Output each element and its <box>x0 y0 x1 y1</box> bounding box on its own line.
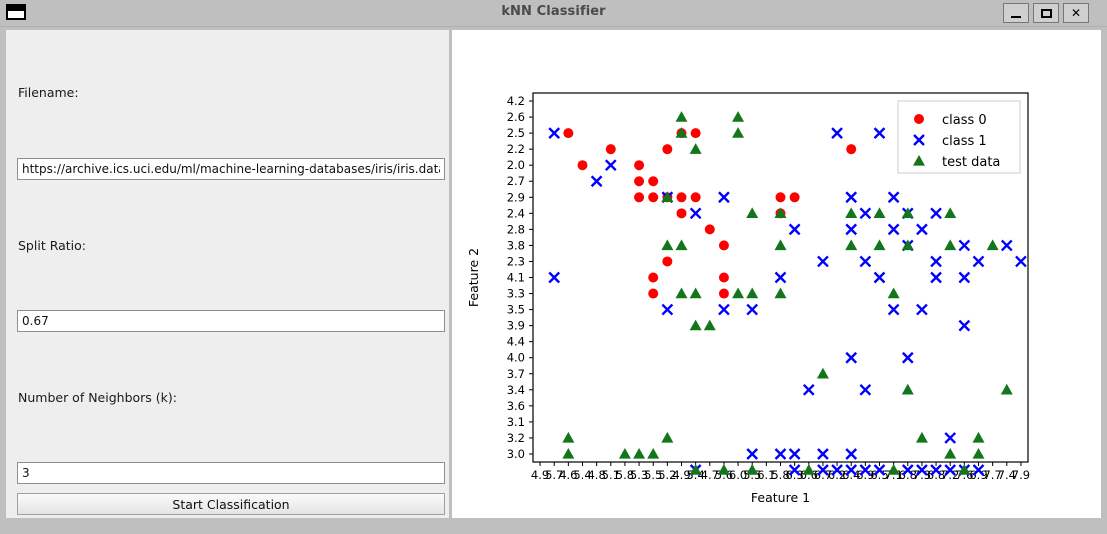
data-point-circle <box>563 128 574 139</box>
minimize-icon <box>1011 16 1021 18</box>
y-tick-label: 3.1 <box>507 415 525 429</box>
minimize-button[interactable] <box>1003 3 1029 23</box>
y-tick-label: 3.8 <box>507 238 525 252</box>
y-tick-label: 3.4 <box>507 383 525 397</box>
data-point-circle <box>648 288 659 299</box>
data-point-circle <box>690 128 701 139</box>
data-point-circle <box>648 192 659 203</box>
legend-label: class 1 <box>942 134 987 149</box>
data-point-circle <box>690 192 701 203</box>
legend-label: test data <box>942 155 1000 170</box>
close-button[interactable]: ✕ <box>1063 3 1089 23</box>
y-tick-label: 2.4 <box>507 206 525 220</box>
data-point-circle <box>662 256 673 267</box>
y-tick-label: 3.9 <box>507 319 525 333</box>
data-point-circle <box>634 192 645 203</box>
maximize-button[interactable] <box>1033 3 1059 23</box>
y-tick-label: 2.3 <box>507 254 525 268</box>
y-tick-label: 4.4 <box>507 335 525 349</box>
x-axis-title: Feature 1 <box>751 490 810 505</box>
legend-label: class 0 <box>942 113 987 128</box>
data-point-circle <box>704 224 715 235</box>
y-tick-label: 2.6 <box>507 110 525 124</box>
scatter-plot: 4.95.74.65.44.85.15.85.35.55.24.95.44.75… <box>466 92 1030 505</box>
maximize-icon <box>1040 8 1052 18</box>
y-tick-label: 2.7 <box>507 174 525 188</box>
y-tick-label: 4.1 <box>507 271 525 285</box>
y-tick-label: 4.0 <box>507 351 525 365</box>
data-point-circle <box>718 240 729 251</box>
start-classification-button[interactable]: Start Classification <box>17 493 445 515</box>
y-tick-label: 3.5 <box>507 303 525 317</box>
neighbors-input[interactable] <box>17 462 445 484</box>
split-ratio-input[interactable] <box>17 310 445 332</box>
y-tick-label: 3.7 <box>507 367 525 381</box>
data-point-circle <box>846 144 857 155</box>
data-point-circle <box>789 192 800 203</box>
data-point-circle <box>577 160 588 171</box>
data-point-circle <box>634 160 645 171</box>
split-ratio-label: Split Ratio: <box>18 238 86 253</box>
data-point-circle <box>718 288 729 299</box>
y-tick-label: 2.5 <box>507 126 525 140</box>
y-tick-label: 3.0 <box>507 447 525 461</box>
app-window: kNN Classifier ✕ Filename: Split Ratio: … <box>0 0 1107 534</box>
filename-input[interactable] <box>17 158 445 180</box>
y-tick-label: 2.2 <box>507 142 525 156</box>
data-point-circle <box>605 144 616 155</box>
settings-panel: Filename: Split Ratio: Number of Neighbo… <box>6 30 449 518</box>
neighbors-label: Number of Neighbors (k): <box>18 390 177 405</box>
data-point-circle <box>634 176 645 187</box>
window-title: kNN Classifier <box>501 4 606 19</box>
data-point-circle <box>914 114 924 124</box>
data-point-circle <box>676 208 687 219</box>
data-point-circle <box>662 144 673 155</box>
y-tick-label: 2.9 <box>507 190 525 204</box>
chart-legend: class 0 class 1 test data <box>897 100 1021 174</box>
scatter-plot-panel: 4.9 5.7 4.6 5.4 4.8 5.1 5.8 5.3 5.5 5.2 4.9 5.4 4.7 5… <box>452 30 1101 518</box>
filename-label: Filename: <box>18 85 79 100</box>
y-tick-label: 3.3 <box>507 287 525 301</box>
data-point-circle <box>676 192 687 203</box>
y-tick-label: 3.6 <box>507 399 525 413</box>
y-axis-title: Feature 2 <box>466 248 481 307</box>
y-tick-label: 3.2 <box>507 431 525 445</box>
y-tick-label: 4.2 <box>507 94 525 108</box>
x-tick-label: 7.9 <box>1012 468 1030 482</box>
data-point-circle <box>648 272 659 283</box>
y-tick-label: 2.0 <box>507 158 525 172</box>
data-point-circle <box>718 272 729 283</box>
y-tick-label: 2.8 <box>507 222 525 236</box>
data-point-circle <box>648 176 659 187</box>
data-point-circle <box>775 192 786 203</box>
title-bar: kNN Classifier ✕ <box>0 0 1107 27</box>
